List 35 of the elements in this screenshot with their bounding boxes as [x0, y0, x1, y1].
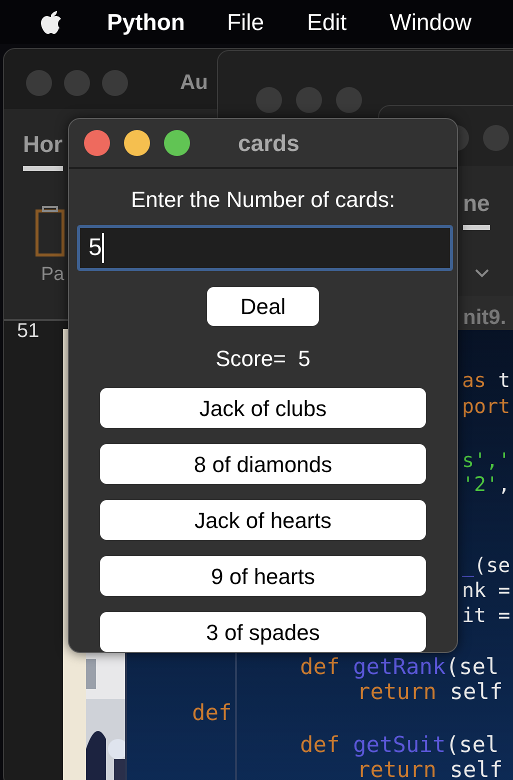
score-label: Score= 5	[216, 345, 310, 373]
code-line: def	[192, 701, 232, 726]
number-input[interactable]: 5	[76, 225, 452, 272]
chevron-down-icon[interactable]	[475, 268, 489, 278]
window-title: Au	[180, 70, 208, 96]
line-number: 51	[17, 319, 40, 344]
window-title: cards	[238, 128, 300, 158]
code-line: s','	[462, 448, 510, 473]
ribbon-tab[interactable]: ne	[463, 186, 490, 230]
window-control-icon[interactable]	[124, 130, 150, 156]
code-line: def getSuit(sel	[300, 733, 499, 758]
code-line: def getRank(sel	[300, 655, 499, 680]
menu-item[interactable]: File	[226, 4, 264, 40]
window-control-icon[interactable]	[164, 130, 190, 156]
code-line: return self	[357, 680, 503, 705]
menu-item[interactable]: Window	[390, 4, 472, 40]
code-line: as t	[462, 368, 510, 393]
menu-item[interactable]: Edit	[307, 4, 347, 40]
deal-button[interactable]: Deal	[207, 287, 319, 326]
code-line: '2',	[462, 472, 510, 497]
code-line: return self	[357, 758, 503, 780]
code-line: _(se	[462, 553, 510, 578]
menu-app-name[interactable]: Python	[107, 4, 185, 40]
card-button[interactable]: Jack of hearts	[100, 500, 426, 540]
prompt-label: Enter the Number of cards:	[130, 186, 396, 214]
window-control-icon[interactable]	[84, 130, 110, 156]
card-button[interactable]: 8 of diamonds	[100, 444, 426, 484]
code-line: nk =	[462, 578, 510, 603]
code-line: port	[462, 394, 510, 419]
card-button[interactable]: 9 of hearts	[100, 556, 426, 596]
code-line: it =	[462, 603, 510, 628]
card-button[interactable]: 3 of spades	[100, 612, 426, 652]
paste-label: Pa	[41, 263, 64, 287]
ribbon-tab[interactable]: Hor	[23, 127, 63, 170]
card-button[interactable]: Jack of clubs	[100, 388, 426, 428]
